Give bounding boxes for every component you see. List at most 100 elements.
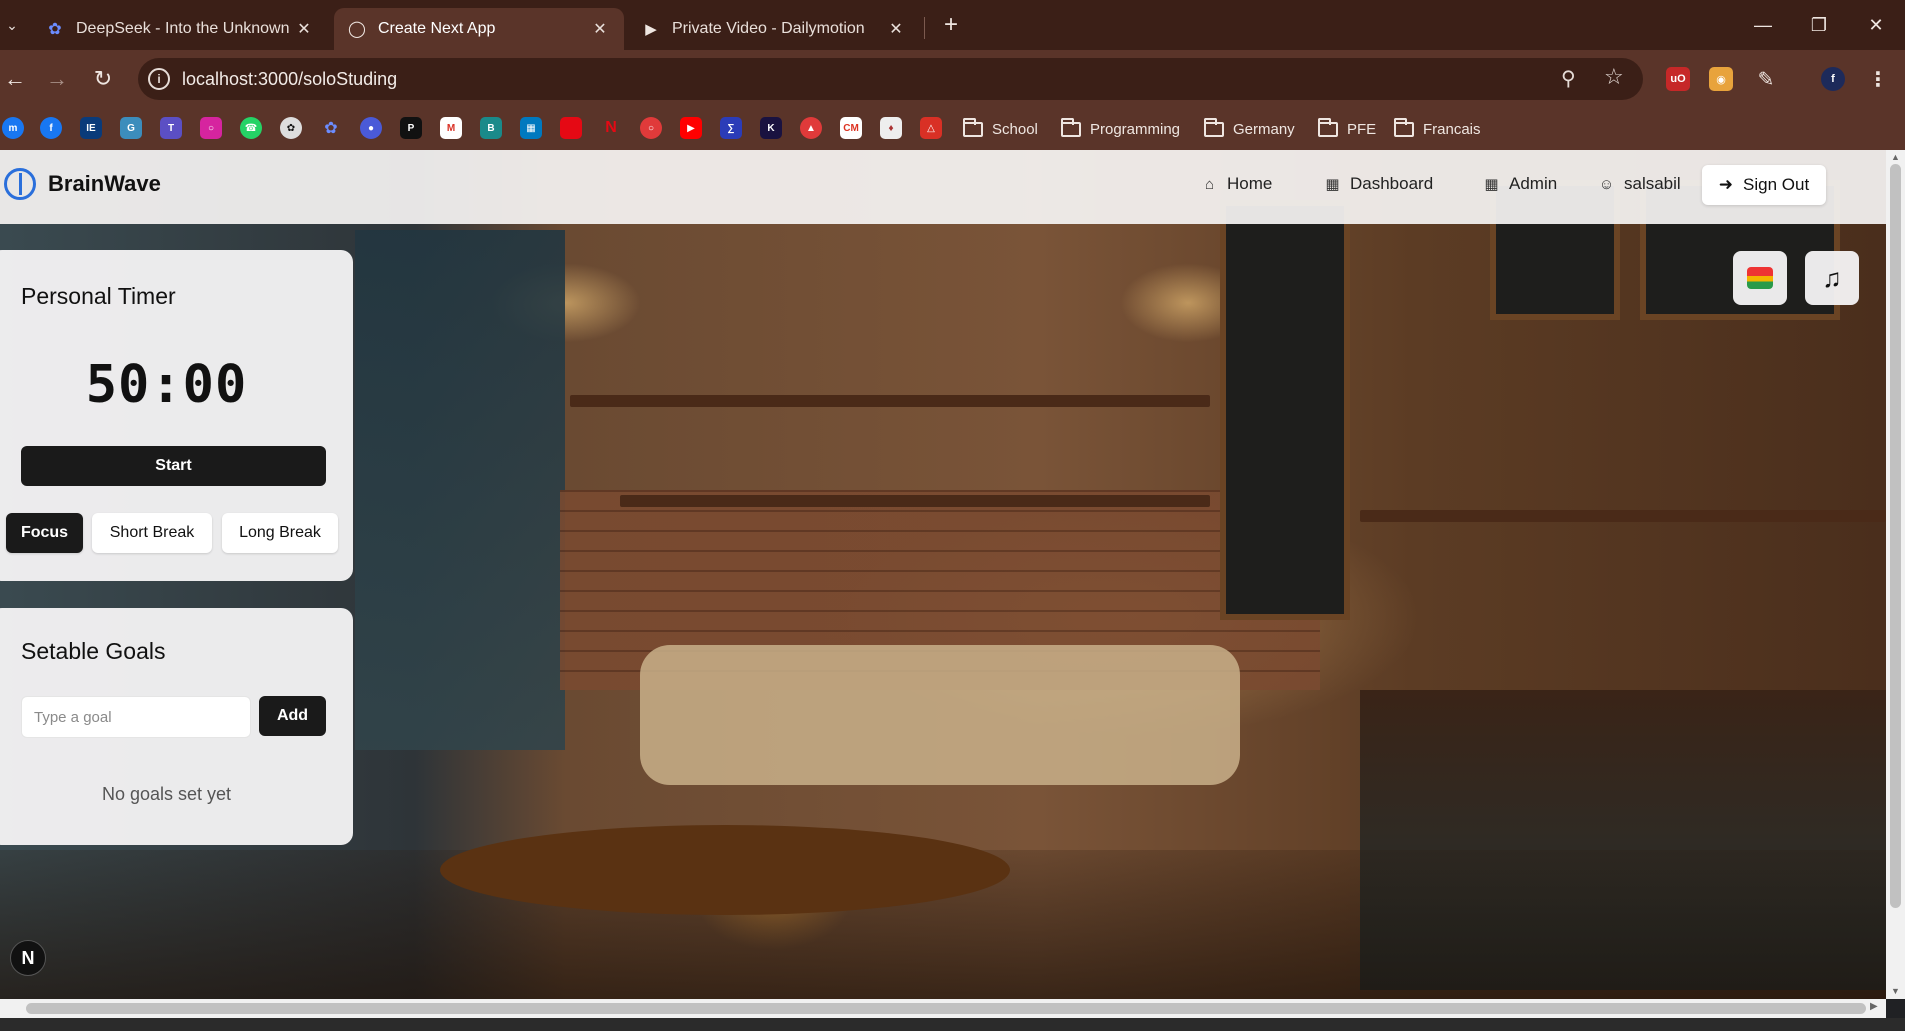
sign-out-icon: ➜ [1718,175,1734,194]
bookmark-folder-school[interactable]: School [963,116,1038,142]
goals-title: Setable Goals [21,638,166,664]
bookmark-folder-francais[interactable]: Francais [1394,116,1481,142]
tab-dailymotion[interactable]: ▶ Private Video - Dailymotion ✕ [628,8,920,50]
long-break-button[interactable]: Long Break [222,513,338,553]
scroll-down-icon[interactable]: ▼ [1889,986,1902,996]
messenger-icon[interactable]: m [2,117,24,139]
nav-admin[interactable]: ▦ Admin [1484,174,1557,194]
sign-out-button[interactable]: ➜ Sign Out [1702,165,1826,205]
bookmarks-bar: m f IE G T ○ ☎ ✿ ✿ ● P M B ▦ N ○ ▶ ∑ K ▲… [0,108,1905,150]
background-sofa [640,645,1240,785]
goal-input[interactable] [21,696,251,738]
bookmark-icon[interactable]: △ [920,117,942,139]
bookmark-icon[interactable]: ♦ [880,117,902,139]
bookmark-icon[interactable]: B [480,117,502,139]
url-text[interactable]: localhost:3000/soloStuding [182,69,397,90]
restore-icon[interactable]: ❐ [1799,10,1839,40]
background-shelf [570,395,1210,407]
bookmark-icon[interactable]: K [760,117,782,139]
folder-icon [1318,117,1338,137]
site-info-icon[interactable]: i [148,68,170,90]
image-icon [1747,267,1773,289]
bookmark-icon[interactable]: ● [360,117,382,139]
start-button[interactable]: Start [21,446,326,486]
deepseek-icon[interactable]: ✿ [320,117,342,139]
home-icon: ⌂ [1204,175,1215,193]
bookmark-icon[interactable]: CM [840,117,862,139]
goals-card: Setable Goals Add No goals set yet [0,608,353,845]
browser-menu-icon[interactable]: ⋮ [1866,67,1890,91]
close-tab-icon[interactable]: ✕ [590,19,610,39]
change-background-button[interactable] [1733,251,1787,305]
bookmark-star-icon[interactable]: ☆ [1604,64,1624,90]
close-tab-icon[interactable]: ✕ [294,19,314,39]
horizontal-scroll-thumb[interactable] [26,1003,1866,1014]
nextjs-dev-badge[interactable]: N [10,940,46,976]
vertical-scrollbar[interactable]: ▲ ▼ [1886,150,1905,999]
bookmark-icon[interactable]: ○ [640,117,662,139]
tab-title: Create Next App [378,20,496,37]
nav-home[interactable]: ⌂ Home [1202,174,1272,194]
forward-icon[interactable]: → [42,64,72,94]
short-break-button[interactable]: Short Break [92,513,212,553]
ublock-icon[interactable]: uO [1666,67,1690,91]
back-icon[interactable]: ← [0,64,30,94]
zoom-icon[interactable]: ⚲ [1561,66,1576,91]
dashboard-icon: ▦ [1325,176,1340,193]
close-window-icon[interactable]: ✕ [1856,10,1896,40]
bookmark-icon[interactable]: ∑ [720,117,742,139]
bookmark-icon[interactable]: ▲ [800,117,822,139]
instagram-icon[interactable]: ○ [200,117,222,139]
address-bar[interactable]: i localhost:3000/soloStuding ⚲ ☆ [138,58,1643,100]
brand-name: BrainWave [48,171,161,196]
app-navbar: BrainWave ⌂ Home ▦ Dashboard ▦ Admin ☺ s… [0,150,1886,224]
background-shelf [1360,510,1886,522]
focus-mode-button[interactable]: Focus [6,513,83,553]
reload-icon[interactable]: ↻ [88,64,118,94]
horizontal-scrollbar[interactable]: ▶ [0,999,1886,1018]
nav-user[interactable]: ☺ salsabil [1599,174,1681,194]
folder-icon [1061,117,1081,137]
tab-search-menu-icon[interactable]: ⌄ [2,12,22,38]
chatgpt-icon[interactable]: ✿ [280,117,302,139]
gmail-icon[interactable]: M [440,117,462,139]
bookmark-icon[interactable] [560,117,582,139]
music-note-icon: ♫ [1822,262,1842,293]
scroll-right-icon[interactable]: ▶ [1870,1001,1878,1012]
whatsapp-icon[interactable]: ☎ [240,117,262,139]
bookmark-folder-pfe[interactable]: PFE [1318,116,1376,142]
browser-tab-bar: ⌄ ✿ DeepSeek - Into the Unknown ✕ ◯ Crea… [0,0,1905,50]
bookmark-folder-germany[interactable]: Germany [1204,116,1295,142]
new-tab-button[interactable]: + [936,10,966,40]
tab-create-next-app[interactable]: ◯ Create Next App ✕ [334,8,624,50]
tab-separator [924,17,925,39]
profile-avatar[interactable]: f [1821,67,1845,91]
facebook-icon[interactable]: f [40,117,62,139]
add-goal-button[interactable]: Add [259,696,326,736]
scroll-up-icon[interactable]: ▲ [1889,152,1902,162]
bookmark-folder-programming[interactable]: Programming [1061,116,1180,142]
minimize-icon[interactable]: — [1743,10,1783,40]
youtube-icon[interactable]: ▶ [680,117,702,139]
ieee-icon[interactable]: IE [80,117,102,139]
folder-icon [1204,117,1224,137]
netflix-icon[interactable]: N [600,117,622,139]
close-tab-icon[interactable]: ✕ [886,19,906,39]
vertical-scroll-thumb[interactable] [1890,164,1901,908]
teams-icon[interactable]: T [160,117,182,139]
p-bookmark-icon[interactable]: P [400,117,422,139]
nav-dashboard[interactable]: ▦ Dashboard [1325,174,1433,194]
page-viewport: BrainWave ⌂ Home ▦ Dashboard ▦ Admin ☺ s… [0,150,1886,999]
bookmark-icon[interactable]: G [120,117,142,139]
background-chalkboard [1220,200,1350,620]
extensions-puzzle-icon[interactable]: ✎ [1754,67,1778,91]
extension-icon[interactable]: ◉ [1709,67,1733,91]
tab-deepseek[interactable]: ✿ DeepSeek - Into the Unknown ✕ [32,8,328,50]
dailymotion-icon: ▶ [645,21,657,38]
brand-logo[interactable]: BrainWave [4,168,161,200]
tab-title: Private Video - Dailymotion [672,20,865,37]
trello-icon[interactable]: ▦ [520,117,542,139]
music-button[interactable]: ♫ [1805,251,1859,305]
timer-title: Personal Timer [21,283,176,309]
browser-toolbar: ← → ↻ i localhost:3000/soloStuding ⚲ ☆ u… [0,50,1905,108]
